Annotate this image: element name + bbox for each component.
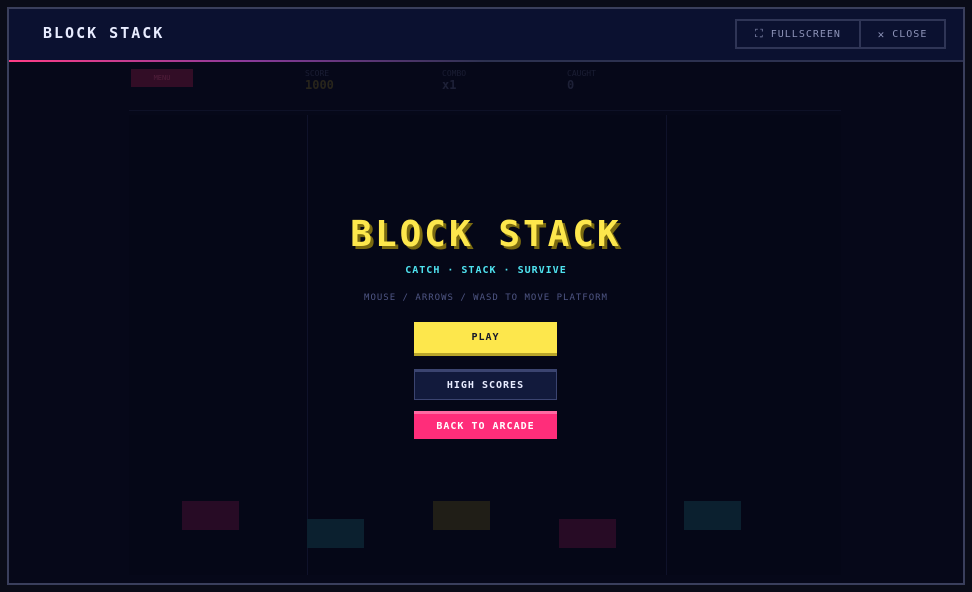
high-scores-button[interactable]: HIGH SCORES — [414, 369, 557, 400]
fullscreen-label: FULLSCREEN — [770, 28, 841, 40]
play-button[interactable]: PLAY — [414, 322, 557, 356]
window-header: BLOCK STACK ⛶ FULLSCREEN ✕ CLOSE — [9, 9, 963, 62]
controls-hint: MOUSE / ARROWS / WASD TO MOVE PLATFORM — [364, 293, 608, 303]
fullscreen-icon: ⛶ — [755, 27, 764, 40]
close-icon: ✕ — [877, 27, 886, 41]
window-title: BLOCK STACK — [43, 24, 165, 42]
back-to-arcade-button[interactable]: BACK TO ARCADE — [414, 411, 557, 439]
fullscreen-button[interactable]: ⛶ FULLSCREEN — [735, 19, 861, 49]
game-title: BLOCK STACK — [350, 214, 622, 255]
close-label: CLOSE — [892, 28, 928, 40]
start-menu-overlay: BLOCK STACK CATCH · STACK · SURVIVE MOUS… — [9, 62, 963, 583]
game-window: BLOCK STACK ⛶ FULLSCREEN ✕ CLOSE MENU SC… — [7, 7, 965, 585]
game-tagline: CATCH · STACK · SURVIVE — [405, 265, 567, 276]
close-button[interactable]: ✕ CLOSE — [859, 19, 946, 49]
